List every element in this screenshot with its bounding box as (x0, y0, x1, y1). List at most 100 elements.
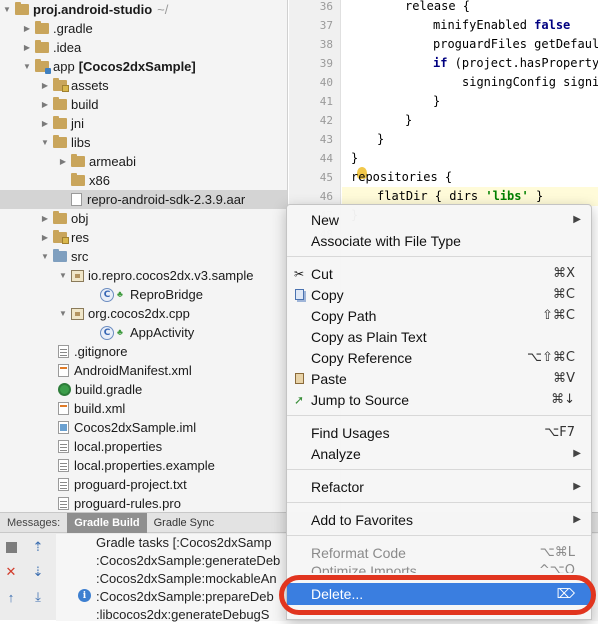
tree-item-label: build (71, 97, 99, 112)
menu-item-reformat-code[interactable]: Reformat Code ⌥⌘L (287, 542, 591, 563)
chevron-right-icon[interactable]: ▶ (40, 81, 50, 91)
menu-separator (287, 469, 591, 470)
chevron-right-icon[interactable]: ▶ (40, 100, 50, 110)
tree-item-res[interactable]: ▶ res (0, 228, 287, 247)
folder-icon (71, 173, 85, 186)
tree-item-iml[interactable]: Cocos2dxSample.iml (0, 418, 287, 437)
info-icon: i (78, 589, 91, 602)
chevron-down-icon[interactable]: ▼ (40, 252, 50, 262)
xml-file-icon (58, 402, 69, 415)
menu-item-copy-reference[interactable]: Copy Reference ⌥⇧⌘C (287, 347, 591, 368)
line-number: 41 (319, 95, 333, 108)
menu-item-delete[interactable]: Delete... ⌦ (287, 583, 591, 605)
menu-item-add-to-favorites[interactable]: Add to Favorites ▶ (287, 509, 591, 530)
tree-item-build[interactable]: ▶ build (0, 95, 287, 114)
chevron-down-icon[interactable]: ▼ (22, 62, 32, 72)
export-icon[interactable]: ⤓ (30, 589, 46, 605)
menu-item-refactor[interactable]: Refactor ▶ (287, 476, 591, 497)
collapse-icon[interactable]: ⇡ (30, 539, 46, 555)
tree-item-repro-bridge[interactable]: C ♣ ReproBridge (0, 285, 287, 304)
tree-item-gitignore[interactable]: .gitignore (0, 342, 287, 361)
code-line: } (351, 151, 359, 165)
tree-item-gradle[interactable]: ▶ .gradle (0, 19, 287, 38)
tree-item-app[interactable]: ▼ app [Cocos2dxSample] (0, 57, 287, 76)
tab-gradle-build[interactable]: Gradle Build (67, 512, 147, 533)
chevron-down-icon[interactable]: ▼ (2, 5, 12, 15)
jump-arrow-icon: ➚ (293, 392, 305, 407)
menu-item-jump-to-source[interactable]: ➚ Jump to Source ⌘↓ (287, 389, 591, 410)
chevron-right-icon[interactable]: ▶ (40, 119, 50, 129)
shortcut: ⌥⇧⌘C (527, 350, 575, 365)
submenu-arrow-icon: ▶ (573, 214, 581, 225)
menu-item-find-usages[interactable]: Find Usages ⌥F7 (287, 422, 591, 443)
file-icon (58, 497, 69, 510)
tree-item-obj[interactable]: ▶ obj (0, 209, 287, 228)
menu-item-associate[interactable]: Associate with File Type (287, 230, 591, 251)
line-number: 39 (319, 57, 333, 70)
folder-icon (53, 135, 67, 148)
file-icon (58, 345, 69, 358)
folder-icon (35, 40, 49, 53)
chevron-right-icon[interactable]: ▶ (40, 214, 50, 224)
tree-item-jni[interactable]: ▶ jni (0, 114, 287, 133)
menu-item-cut[interactable]: ✂ Cut ⌘X (287, 263, 591, 284)
folder-icon (71, 154, 85, 167)
submenu-arrow-icon: ▶ (573, 448, 581, 459)
line-number: 42 (319, 114, 333, 127)
tree-item-build-xml[interactable]: build.xml (0, 399, 287, 418)
menu-item-copy[interactable]: Copy ⌘C (287, 284, 591, 305)
code-line: minifyEnabled false (433, 18, 571, 32)
folder-icon (53, 211, 67, 224)
chevron-down-icon[interactable]: ▼ (58, 271, 68, 281)
chevron-right-icon[interactable]: ▶ (22, 43, 32, 53)
tree-item-manifest[interactable]: AndroidManifest.xml (0, 361, 287, 380)
chevron-right-icon[interactable]: ▶ (22, 24, 32, 34)
chevron-right-icon[interactable]: ▶ (40, 233, 50, 243)
tree-item-x86[interactable]: x86 (0, 171, 287, 190)
shortcut: ⌘V (553, 371, 575, 386)
line-number: 43 (319, 133, 333, 146)
tree-item-label: armeabi (89, 154, 136, 169)
tree-item-label: build.xml (74, 401, 126, 416)
chevron-right-icon[interactable]: ▶ (58, 157, 68, 167)
tree-item-app-activity[interactable]: C ♣ AppActivity (0, 323, 287, 342)
tree-item-proguard-project[interactable]: proguard-project.txt (0, 475, 287, 494)
menu-separator (287, 502, 591, 503)
tree-root[interactable]: ▼ proj.android-studio ~/ (0, 0, 287, 19)
stop-icon[interactable] (3, 539, 19, 555)
tree-item-label: proguard-rules.pro (74, 496, 181, 511)
tree-item-aar-selected[interactable]: repro-android-sdk-2.3.9.aar (0, 190, 287, 209)
tree-item-build-gradle[interactable]: build.gradle (0, 380, 287, 399)
tab-gradle-sync[interactable]: Gradle Sync (147, 513, 222, 533)
shortcut: ⌥F7 (544, 425, 575, 440)
menu-item-copy-path[interactable]: Copy Path ⇧⌘C (287, 305, 591, 326)
file-icon (58, 440, 69, 453)
tree-item-local-properties-example[interactable]: local.properties.example (0, 456, 287, 475)
menu-item-optimize-imports[interactable]: Optimize Imports ^⌥O (287, 561, 591, 573)
tree-item-src[interactable]: ▼ src (0, 247, 287, 266)
tree-item-local-properties[interactable]: local.properties (0, 437, 287, 456)
tree-item-label: .idea (53, 40, 82, 55)
tree-item-armeabi[interactable]: ▶ armeabi (0, 152, 287, 171)
chevron-down-icon[interactable]: ▼ (58, 309, 68, 319)
project-tree[interactable]: ▼ proj.android-studio ~/ ▶ .gradle ▶ .id… (0, 0, 288, 512)
expand-icon[interactable]: ⇣ (30, 564, 46, 580)
tree-item-package-sample[interactable]: ▼ io.repro.cocos2dx.v3.sample (0, 266, 287, 285)
menu-item-paste[interactable]: Paste ⌘V (287, 368, 591, 389)
tree-item-proguard-rules[interactable]: proguard-rules.pro (0, 494, 287, 512)
tree-item-idea[interactable]: ▶ .idea (0, 38, 287, 57)
folder-icon (15, 2, 29, 15)
menu-item-new[interactable]: New ▶ (287, 209, 591, 230)
folder-icon (53, 116, 67, 129)
close-icon[interactable]: ✕ (3, 564, 19, 580)
tree-item-libs[interactable]: ▼ libs (0, 133, 287, 152)
menu-item-analyze[interactable]: Analyze ▶ (287, 443, 591, 464)
shortcut: ^⌥O (538, 563, 575, 573)
up-arrow-icon[interactable]: ↑ (3, 589, 19, 605)
message-line: :Cocos2dxSample:mockableAn (96, 571, 277, 586)
tree-item-assets[interactable]: ▶ assets (0, 76, 287, 95)
chevron-down-icon[interactable]: ▼ (40, 138, 50, 148)
menu-item-copy-plain-text[interactable]: Copy as Plain Text (287, 326, 591, 347)
tree-item-package-cpp[interactable]: ▼ org.cocos2dx.cpp (0, 304, 287, 323)
context-menu[interactable]: New ▶ Associate with File Type ✂ Cut ⌘X … (286, 204, 592, 620)
